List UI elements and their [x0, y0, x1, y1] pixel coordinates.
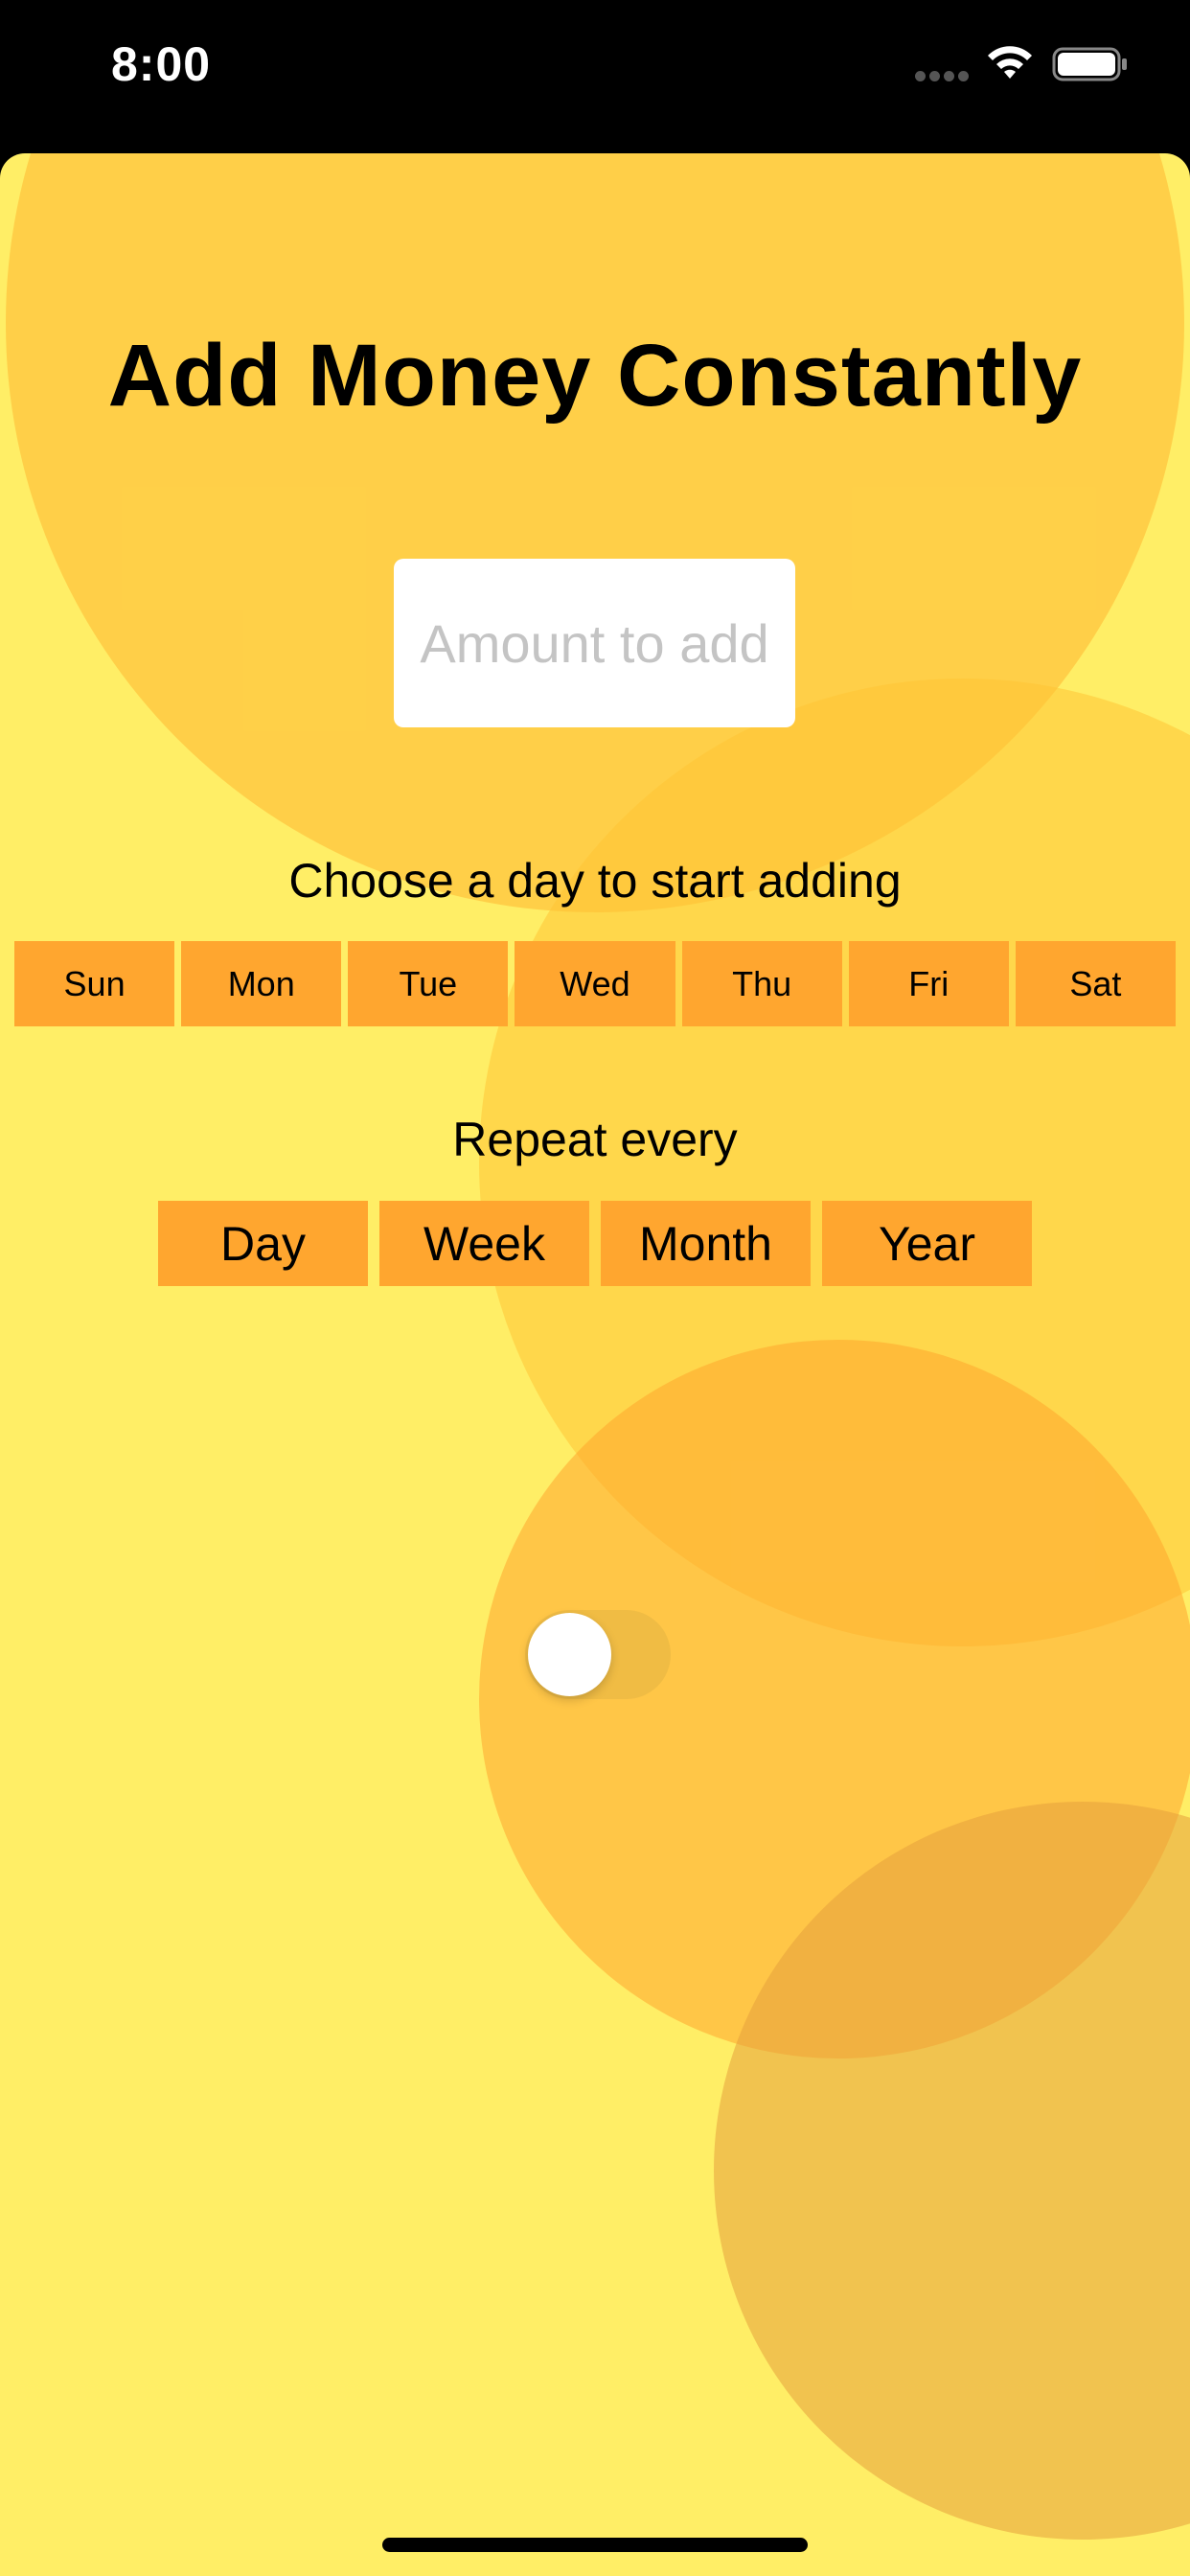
wifi-icon — [988, 46, 1032, 79]
repeat-selector: Day Week Month Year — [158, 1201, 1032, 1286]
day-button-tue[interactable]: Tue — [348, 941, 509, 1026]
day-button-sat[interactable]: Sat — [1015, 941, 1176, 1026]
amount-input[interactable] — [394, 559, 795, 727]
day-button-sun[interactable]: Sun — [14, 941, 175, 1026]
repeat-button-day[interactable]: Day — [158, 1201, 368, 1286]
day-button-fri[interactable]: Fri — [848, 941, 1009, 1026]
add-money-sheet: Add Money Constantly Choose a day to sta… — [0, 153, 1190, 2576]
repeat-button-year[interactable]: Year — [822, 1201, 1032, 1286]
repeat-label: Repeat every — [452, 1113, 738, 1166]
status-bar: 8:00 — [0, 0, 1190, 155]
start-day-label: Choose a day to start adding — [288, 854, 902, 908]
page-title: Add Money Constantly — [107, 327, 1083, 425]
home-indicator[interactable] — [382, 2538, 808, 2552]
battery-icon — [1052, 47, 1127, 81]
status-time: 8:00 — [111, 37, 212, 91]
repeat-button-month[interactable]: Month — [601, 1201, 811, 1286]
toggle-knob — [528, 1613, 611, 1696]
day-button-wed[interactable]: Wed — [515, 941, 675, 1026]
repeat-button-week[interactable]: Week — [379, 1201, 589, 1286]
repeat-toggle[interactable] — [525, 1610, 671, 1699]
day-selector: Sun Mon Tue Wed Thu Fri Sat — [14, 941, 1176, 1026]
day-button-mon[interactable]: Mon — [181, 941, 342, 1026]
signal-icon — [915, 71, 971, 82]
day-button-thu[interactable]: Thu — [681, 941, 842, 1026]
